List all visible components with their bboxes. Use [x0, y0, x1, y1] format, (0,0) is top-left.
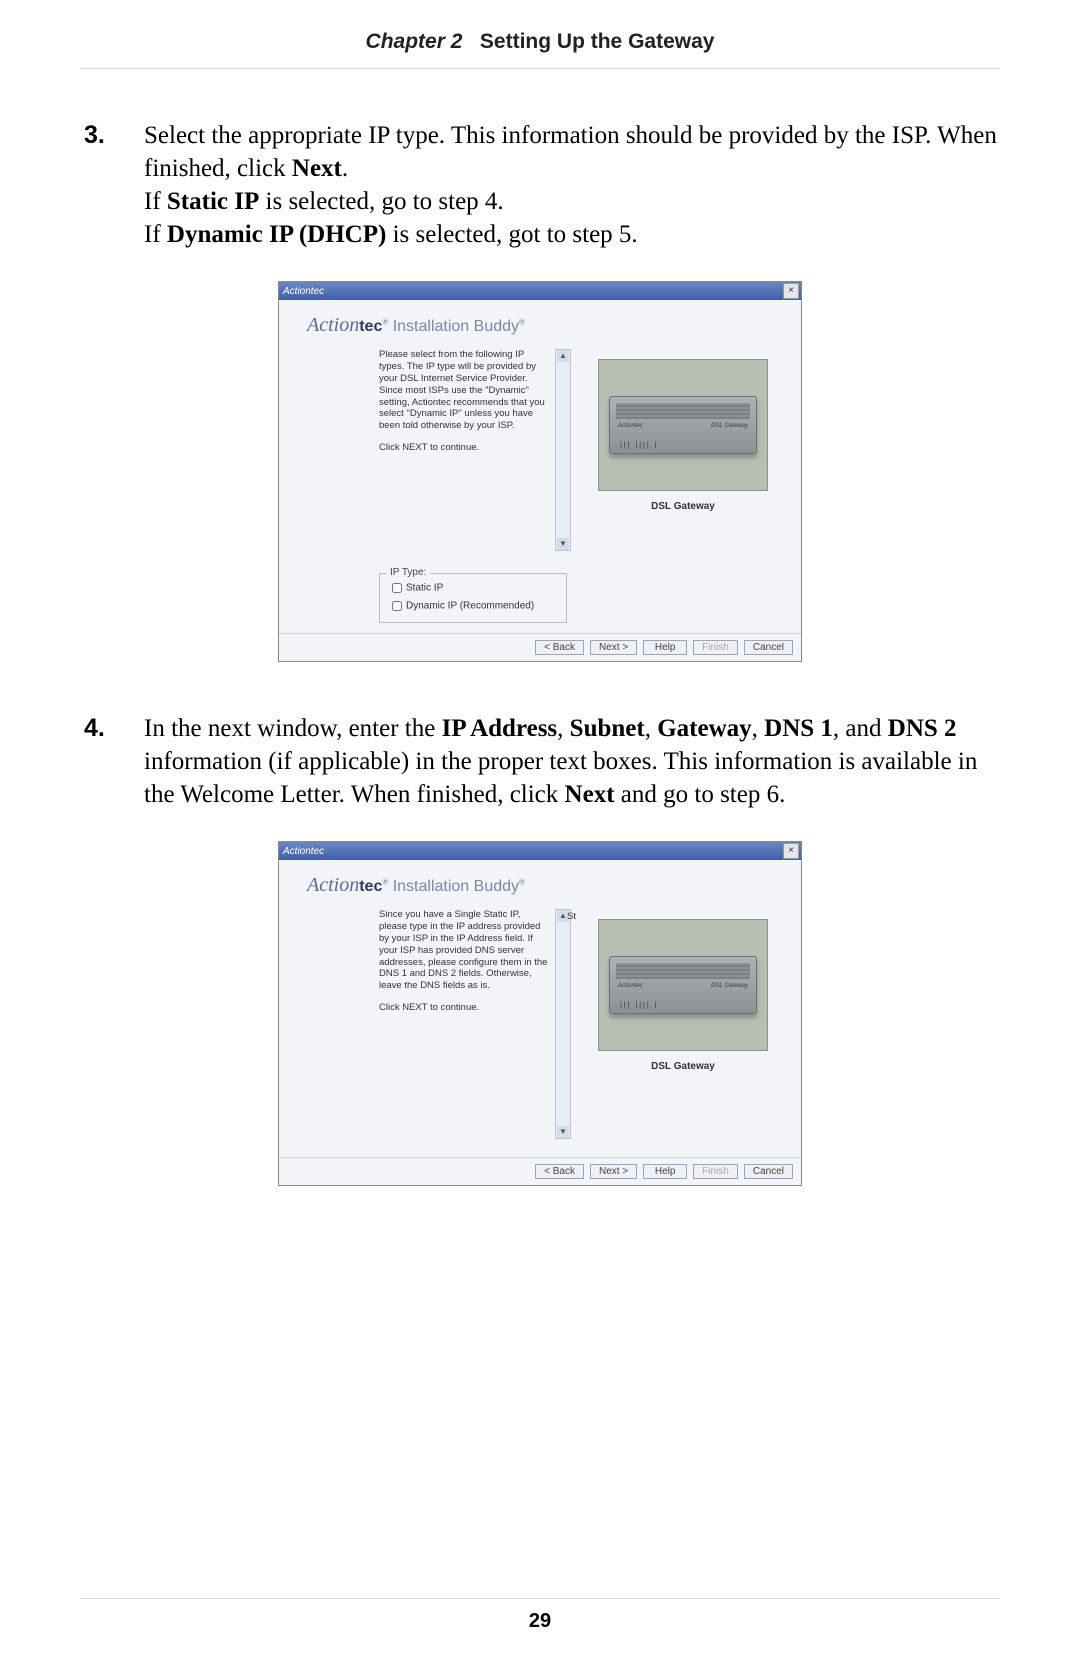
- help-button[interactable]: Help: [643, 640, 687, 655]
- close-icon[interactable]: ×: [783, 843, 799, 859]
- instruction-text: Since you have a Single Static IP, pleas…: [379, 909, 555, 1149]
- static-ip-checkbox[interactable]: [392, 583, 402, 593]
- finish-button: Finish: [693, 640, 738, 655]
- wizard-window-iptype: Actiontec × Actiontec® Installation Budd…: [278, 281, 802, 662]
- wizard-button-bar: < Back Next > Help Finish Cancel: [279, 633, 801, 661]
- page-number: 29: [0, 1610, 1080, 1633]
- device-caption: DSL Gateway: [651, 501, 715, 512]
- step-body: In the next window, enter the IP Address…: [144, 712, 1000, 811]
- help-button[interactable]: Help: [643, 1164, 687, 1179]
- back-button[interactable]: < Back: [535, 640, 584, 655]
- step-number: 4.: [80, 712, 144, 811]
- titlebar-label: Actiontec: [283, 286, 324, 297]
- device-model: DSL Gateway: [711, 983, 748, 989]
- titlebar[interactable]: Actiontec ×: [279, 282, 801, 300]
- device-leds: ||| |||| |: [620, 442, 658, 449]
- static-ip-option[interactable]: Static IP: [388, 580, 558, 596]
- ip-type-legend: IP Type:: [386, 567, 430, 578]
- dynamic-ip-option[interactable]: Dynamic IP (Recommended): [388, 598, 558, 614]
- chapter-title: Setting Up the Gateway: [480, 30, 715, 53]
- scrollbar[interactable]: ▲ ▼: [555, 909, 571, 1139]
- cut-off-label: St: [567, 911, 576, 922]
- ip-type-group: IP Type: Static IP Dynamic IP (Recommend…: [379, 573, 567, 623]
- wizard-button-bar: < Back Next > Help Finish Cancel: [279, 1157, 801, 1185]
- device-photo: Actiontec DSL Gateway ||| |||| |: [598, 919, 768, 1051]
- chapter-label: Chapter 2: [366, 30, 463, 53]
- device-photo: Actiontec DSL Gateway ||| |||| |: [598, 359, 768, 491]
- device-leds: ||| |||| |: [620, 1002, 658, 1009]
- cancel-button[interactable]: Cancel: [744, 640, 793, 655]
- page-header: Chapter 2 Setting Up the Gateway: [80, 30, 1000, 69]
- brand-heading: Actiontec® Installation Buddy®: [279, 300, 801, 345]
- finish-button: Finish: [693, 1164, 738, 1179]
- brand-heading: Actiontec® Installation Buddy®: [279, 860, 801, 905]
- scrollbar[interactable]: ▲ ▼: [555, 349, 571, 551]
- scroll-down-icon[interactable]: ▼: [557, 538, 569, 550]
- footer-rule: [80, 1598, 1000, 1599]
- dynamic-ip-checkbox[interactable]: [392, 601, 402, 611]
- device-brand: Actiontec: [618, 983, 643, 989]
- scroll-up-icon[interactable]: ▲: [557, 350, 569, 362]
- titlebar[interactable]: Actiontec ×: [279, 842, 801, 860]
- next-button[interactable]: Next >: [590, 640, 637, 655]
- step-body: Select the appropriate IP type. This inf…: [144, 119, 1000, 251]
- wizard-window-staticip: Actiontec × Actiontec® Installation Budd…: [278, 841, 802, 1186]
- device-model: DSL Gateway: [711, 423, 748, 429]
- close-icon[interactable]: ×: [783, 283, 799, 299]
- instruction-text: Please select from the following IP type…: [379, 349, 555, 559]
- titlebar-label: Actiontec: [283, 846, 324, 857]
- device-caption: DSL Gateway: [651, 1061, 715, 1072]
- next-button[interactable]: Next >: [590, 1164, 637, 1179]
- step-number: 3.: [80, 119, 144, 251]
- step-4: 4. In the next window, enter the IP Addr…: [80, 712, 1000, 811]
- back-button[interactable]: < Back: [535, 1164, 584, 1179]
- scroll-down-icon[interactable]: ▼: [557, 1126, 569, 1138]
- device-brand: Actiontec: [618, 423, 643, 429]
- step-3: 3. Select the appropriate IP type. This …: [80, 119, 1000, 251]
- cancel-button[interactable]: Cancel: [744, 1164, 793, 1179]
